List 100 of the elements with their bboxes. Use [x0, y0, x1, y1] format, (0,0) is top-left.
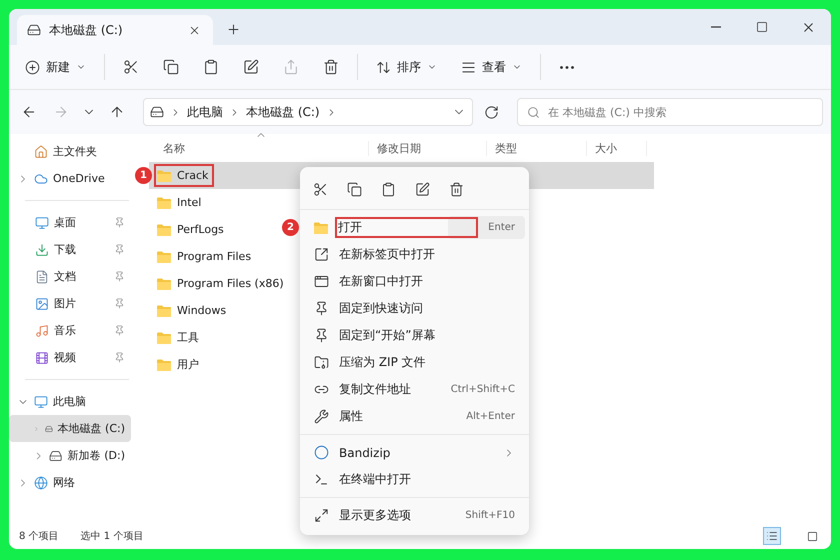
up-icon: [109, 104, 125, 120]
document-icon: [35, 270, 49, 284]
file-row[interactable]: 用户: [149, 351, 205, 378]
step-badge: 2: [282, 219, 299, 236]
file-name: Intel: [154, 191, 208, 214]
sidebar-item[interactable]: 新加卷 (D:): [9, 442, 131, 469]
column-header[interactable]: 类型: [487, 140, 587, 156]
file-row[interactable]: Intel: [149, 189, 208, 216]
computer-icon: [34, 394, 48, 408]
column-header[interactable]: 名称: [155, 140, 369, 156]
back-icon: [21, 104, 37, 120]
view-button[interactable]: 查看: [455, 54, 528, 80]
new-tab-icon: [314, 247, 329, 262]
file-name: Windows: [154, 299, 232, 322]
archive-icon: [314, 355, 329, 370]
pin-icon: [114, 271, 125, 282]
file-name: Program Files (x86): [154, 272, 290, 295]
menu-item[interactable]: 复制文件地址 Ctrl+Shift+C: [306, 376, 523, 403]
folder-icon: [157, 278, 171, 290]
column-header[interactable]: 大小: [587, 140, 647, 156]
sidebar-item[interactable]: 音乐: [9, 317, 131, 344]
breadcrumb[interactable]: 本地磁盘 (C:): [246, 104, 320, 120]
folder-icon: [157, 170, 171, 182]
bandizip-icon: [314, 445, 329, 460]
details-view-button[interactable]: [763, 527, 781, 545]
folder-icon: [157, 250, 171, 262]
pin-icon: [314, 328, 329, 343]
step-badge: 1: [135, 167, 152, 184]
rename-icon: [243, 59, 259, 75]
picture-icon: [35, 296, 49, 310]
more-icon: [560, 66, 574, 68]
file-name: PerfLogs: [154, 218, 230, 241]
refresh-icon: [484, 104, 498, 120]
file-row[interactable]: Program Files (x86): [149, 270, 290, 297]
sidebar-item[interactable]: 此电脑: [9, 388, 131, 415]
menu-item[interactable]: 在终端中打开: [306, 466, 523, 493]
tab-title: 本地磁盘 (C:): [49, 22, 124, 38]
pin-icon: [114, 352, 125, 363]
sidebar-item[interactable]: 下载: [9, 236, 131, 263]
minimize-icon: [711, 26, 721, 28]
sidebar-item[interactable]: 桌面: [9, 209, 131, 236]
menu-item[interactable]: 属性 Alt+Enter: [306, 403, 523, 430]
trash-icon: [448, 182, 464, 196]
column-header[interactable]: 修改日期: [369, 140, 487, 156]
item-count: 8 个项目: [19, 530, 59, 543]
menu-item[interactable]: 固定到快速访问: [306, 295, 523, 322]
square-icon: [806, 530, 818, 542]
pin-icon: [114, 298, 125, 309]
file-row[interactable]: Windows: [149, 297, 232, 324]
window-tab[interactable]: 本地磁盘 (C:): [17, 15, 213, 45]
music-icon: [35, 324, 49, 338]
file-name: Crack: [154, 164, 214, 187]
trash-icon: [323, 59, 339, 75]
drive-icon: [27, 23, 41, 37]
sort-icon: [376, 60, 391, 74]
menu-item[interactable]: 在新标签页中打开: [306, 241, 523, 268]
sidebar-item[interactable]: OneDrive: [9, 165, 131, 192]
menu-item[interactable]: 在新窗口中打开: [306, 268, 523, 295]
menu-item[interactable]: 压缩为 ZIP 文件: [306, 349, 523, 376]
forward-icon: [53, 104, 69, 120]
pin-icon: [314, 301, 329, 316]
share-icon: [283, 59, 299, 75]
drive-icon: [49, 448, 63, 462]
folder-icon: [157, 304, 171, 316]
sidebar-item[interactable]: 文档: [9, 263, 131, 290]
more-options-icon: [314, 508, 329, 523]
selection-count: 选中 1 个项目: [80, 530, 144, 543]
clipboard-icon: [203, 59, 219, 75]
video-icon: [35, 350, 49, 364]
menu-item[interactable]: Bandizip: [306, 439, 523, 466]
new-button[interactable]: 新建: [19, 54, 92, 80]
plus-icon: [25, 60, 40, 74]
scissors-icon: [123, 59, 139, 75]
drive-icon: [150, 105, 164, 119]
lines-icon: [461, 60, 476, 74]
download-icon: [35, 242, 49, 256]
file-row[interactable]: PerfLogs: [149, 216, 230, 243]
breadcrumb[interactable]: 此电脑: [187, 104, 223, 120]
terminal-icon: [314, 472, 329, 487]
sidebar-item[interactable]: 本地磁盘 (C:): [9, 415, 131, 442]
sidebar-item[interactable]: 主文件夹: [9, 138, 131, 165]
address-bar[interactable]: 此电脑 本地磁盘 (C:): [143, 98, 473, 126]
menu-item[interactable]: 固定到“开始”屏幕: [306, 322, 523, 349]
sidebar-item[interactable]: 图片: [9, 290, 131, 317]
file-row[interactable]: Program Files: [149, 243, 258, 270]
pin-icon: [114, 244, 125, 255]
scissors-icon: [312, 182, 328, 196]
pin-icon: [114, 217, 125, 228]
folder-icon: [157, 332, 171, 344]
clipboard-icon: [380, 182, 396, 196]
maximize-icon: [756, 21, 768, 33]
copy-icon: [163, 59, 179, 75]
sidebar-item[interactable]: 视频: [9, 344, 131, 371]
folder-icon: [314, 222, 328, 234]
new-window-icon: [314, 274, 329, 289]
file-row[interactable]: 工具: [149, 324, 205, 351]
sort-button[interactable]: 排序: [370, 54, 443, 80]
sidebar-item[interactable]: 网络: [9, 469, 131, 496]
search-field[interactable]: 在 本地磁盘 (C:) 中搜索: [517, 98, 823, 126]
menu-item[interactable]: 显示更多选项 Shift+F10: [306, 502, 523, 529]
